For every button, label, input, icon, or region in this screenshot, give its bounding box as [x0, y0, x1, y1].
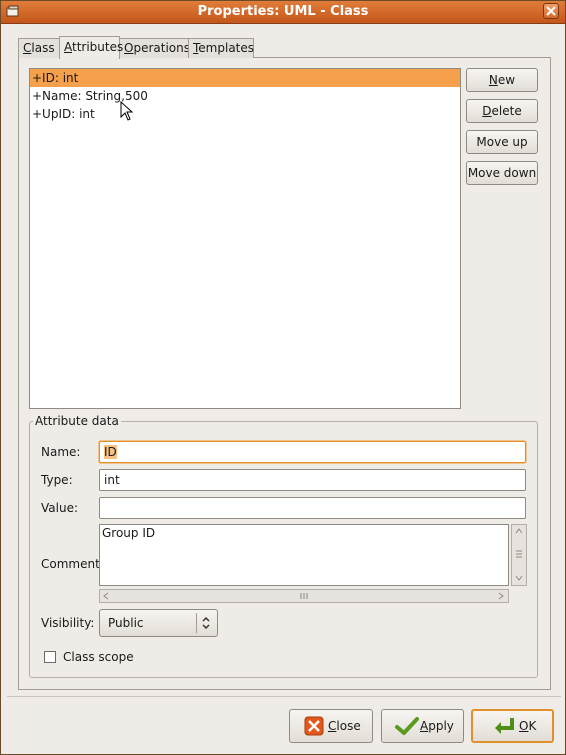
new-button-accel: N [488, 73, 498, 87]
properties-dialog: Properties: UML - Class Class Attributes… [0, 0, 566, 755]
name-label: Name: [41, 445, 81, 459]
apply-button-rest: pply [428, 719, 454, 733]
dialog-separator [7, 696, 561, 697]
apply-button[interactable]: Apply [381, 709, 464, 743]
visibility-select-divider [196, 613, 197, 633]
ok-button-label: OK [519, 719, 536, 733]
move-up-button[interactable]: Move up [466, 130, 538, 154]
tab-attributes[interactable]: Attributes [59, 36, 124, 59]
scroll-down-icon [515, 575, 523, 581]
close-icon [546, 6, 556, 16]
comment-textarea[interactable]: Group ID [99, 524, 509, 586]
new-button[interactable]: New [466, 68, 538, 92]
apply-button-accel: A [420, 719, 429, 733]
value-label: Value: [41, 501, 78, 515]
scroll-grip-icon [516, 550, 522, 558]
scroll-up-icon [515, 528, 523, 534]
comment-vertical-scrollbar[interactable] [511, 524, 527, 586]
move-down-button[interactable]: Move down [466, 161, 538, 185]
tab-class-label: lass [31, 41, 55, 55]
title-bar[interactable]: Properties: UML - Class [1, 1, 565, 24]
new-button-label: ew [497, 73, 516, 87]
tab-operations-label: perations [133, 41, 190, 55]
type-label: Type: [41, 473, 73, 487]
apply-button-label: Apply [420, 719, 454, 733]
visibility-select-value: Public [108, 616, 144, 630]
scroll-grip-horizontal-icon [300, 593, 308, 599]
tab-attributes-label: ttributes [72, 40, 124, 54]
attribute-item-id[interactable]: +ID: int [30, 69, 460, 87]
class-scope-label[interactable]: Class scope [63, 650, 134, 664]
value-field[interactable] [99, 497, 526, 519]
attribute-item-name[interactable]: +Name: String,500 [30, 87, 460, 105]
mouse-pointer-icon [120, 101, 134, 121]
comment-horizontal-scrollbar[interactable] [99, 589, 509, 603]
scroll-left-icon [103, 592, 109, 600]
name-field-value: ID [104, 445, 117, 459]
class-scope-checkbox[interactable] [44, 651, 56, 663]
close-button-rest: lose [336, 719, 361, 733]
delete-button-accel: D [482, 104, 492, 118]
delete-button[interactable]: Delete [466, 99, 538, 123]
scroll-right-icon [498, 592, 504, 600]
type-field[interactable]: int [99, 469, 526, 491]
delete-button-label: elete [491, 104, 522, 118]
up-down-arrows-icon [202, 616, 210, 630]
tab-templates[interactable]: Templates [188, 38, 254, 58]
close-button[interactable]: Close [289, 709, 373, 743]
attribute-item-upid[interactable]: +UpID: int [30, 105, 460, 123]
checkmark-icon [395, 717, 419, 735]
attribute-list[interactable]: +ID: int +Name: String,500 +UpID: int [29, 68, 461, 409]
close-button-label: Close [328, 719, 361, 733]
ok-button[interactable]: OK [471, 709, 554, 743]
enter-arrow-icon [495, 718, 514, 734]
visibility-label: Visibility: [41, 616, 95, 630]
name-field[interactable]: ID [99, 441, 526, 463]
tab-attributes-accel: A [64, 40, 72, 54]
window-title: Properties: UML - Class [197, 4, 369, 19]
tab-operations[interactable]: Operations [119, 38, 190, 58]
tab-templates-label: emplates [198, 41, 255, 55]
ok-button-rest: K [528, 719, 537, 733]
attribute-data-title: Attribute data [33, 414, 121, 428]
visibility-select[interactable]: Public [99, 609, 218, 637]
comment-label: Comment: [41, 557, 104, 571]
tab-class[interactable]: Class [18, 38, 60, 58]
window-close-button[interactable] [543, 3, 559, 19]
close-x-icon [304, 716, 324, 736]
